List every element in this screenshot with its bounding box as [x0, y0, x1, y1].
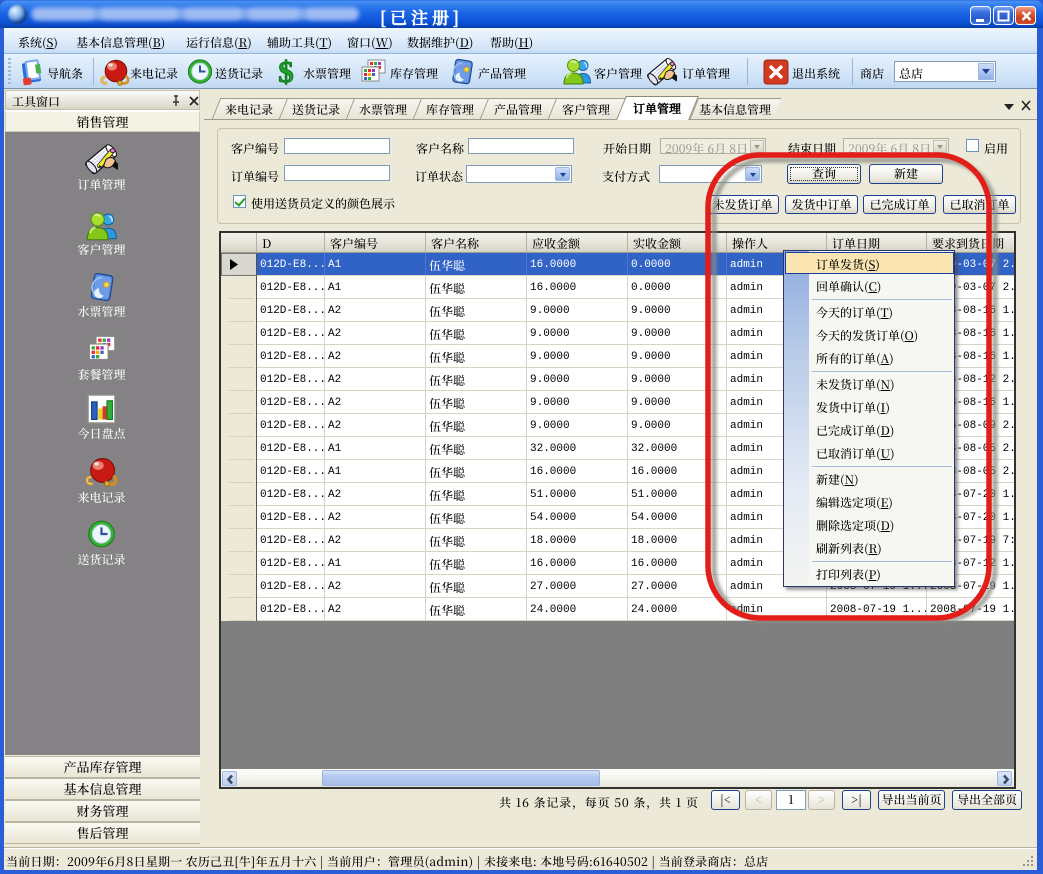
svg-text:$: $ — [278, 57, 294, 86]
